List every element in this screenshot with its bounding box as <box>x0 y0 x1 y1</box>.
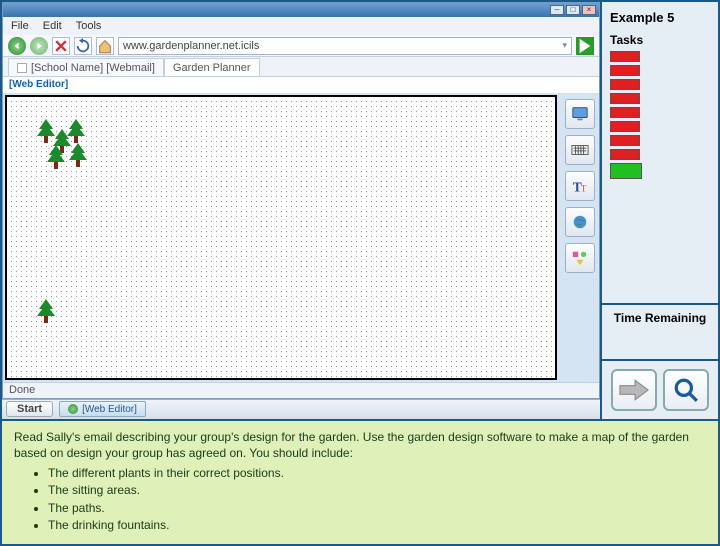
tasks-heading: Tasks <box>602 29 718 49</box>
status-text: Done <box>9 384 35 396</box>
task-indicator-done <box>610 65 640 76</box>
menu-file[interactable]: File <box>11 20 29 32</box>
time-remaining-label: Time Remaining <box>608 311 712 325</box>
instruction-item: The sitting areas. <box>48 482 706 498</box>
tool-globe[interactable] <box>565 207 595 237</box>
nav-toolbar: www.gardenplanner.net.icils ▾ <box>3 35 599 57</box>
go-button[interactable] <box>576 37 594 55</box>
time-remaining-section: Time Remaining <box>602 303 718 359</box>
menu-edit[interactable]: Edit <box>43 20 62 32</box>
task-indicator-current <box>610 163 642 179</box>
app-root: – □ × File Edit Tools <box>0 0 720 546</box>
example-title: Example 5 <box>602 2 718 29</box>
status-bar: Done <box>3 382 599 398</box>
tool-keyboard[interactable] <box>565 135 595 165</box>
tree-sprite[interactable] <box>47 141 65 169</box>
instruction-item: The drinking fountains. <box>48 517 706 533</box>
tree-sprite[interactable] <box>69 139 87 167</box>
editor-title: [Web Editor] <box>3 77 599 93</box>
home-button[interactable] <box>96 37 114 55</box>
back-button[interactable] <box>8 37 26 55</box>
menu-bar: File Edit Tools <box>3 17 599 35</box>
tool-palette: TT <box>563 95 597 380</box>
tab-webmail[interactable]: [School Name] [Webmail] <box>8 58 164 76</box>
instructions-panel: Read Sally's email describing your group… <box>2 419 718 544</box>
close-button[interactable]: × <box>582 5 596 15</box>
stop-button[interactable] <box>52 37 70 55</box>
forward-button[interactable] <box>30 37 48 55</box>
taskbar-app-label: [Web Editor] <box>82 404 137 415</box>
task-indicator-done <box>610 93 640 104</box>
start-button[interactable]: Start <box>6 401 53 417</box>
editor-area: TT <box>3 93 599 382</box>
assessment-sidebar: Example 5 Tasks Time Remaining <box>602 2 718 419</box>
tool-text[interactable]: TT <box>565 171 595 201</box>
tool-shapes[interactable] <box>565 243 595 273</box>
minimize-button[interactable]: – <box>550 5 564 15</box>
tree-sprite[interactable] <box>37 295 55 323</box>
left-pane: – □ × File Edit Tools <box>2 2 602 419</box>
maximize-button[interactable]: □ <box>566 5 580 15</box>
top-area: – □ × File Edit Tools <box>2 2 718 419</box>
reload-button[interactable] <box>74 37 92 55</box>
tab-garden-planner[interactable]: Garden Planner <box>164 58 260 76</box>
instruction-item: The different plants in their correct po… <box>48 465 706 481</box>
app-icon <box>68 404 78 414</box>
tool-screen[interactable] <box>565 99 595 129</box>
task-indicator-done <box>610 149 640 160</box>
page-icon <box>17 63 27 73</box>
dropdown-icon[interactable]: ▾ <box>562 40 567 51</box>
taskbar-app-webeditor[interactable]: [Web Editor] <box>59 401 146 417</box>
svg-text:T: T <box>581 183 587 193</box>
address-text: www.gardenplanner.net.icils <box>123 40 259 52</box>
task-indicator-done <box>610 121 640 132</box>
menu-tools[interactable]: Tools <box>76 20 102 32</box>
address-bar[interactable]: www.gardenplanner.net.icils ▾ <box>118 37 572 55</box>
tab-bar: [School Name] [Webmail] Garden Planner <box>3 57 599 77</box>
next-button[interactable] <box>611 369 657 411</box>
task-indicator-done <box>610 135 640 146</box>
zoom-button[interactable] <box>663 369 709 411</box>
task-progress-list <box>602 49 718 181</box>
task-indicator-done <box>610 79 640 90</box>
instructions-intro: Read Sally's email describing your group… <box>14 429 706 461</box>
os-taskbar: Start [Web Editor] <box>2 399 600 419</box>
task-indicator-done <box>610 107 640 118</box>
instructions-list: The different plants in their correct po… <box>48 465 706 533</box>
nav-buttons <box>602 359 718 419</box>
tab-label: [School Name] [Webmail] <box>31 62 155 74</box>
tab-label: Garden Planner <box>173 62 251 74</box>
browser-window: – □ × File Edit Tools <box>2 2 600 399</box>
design-canvas[interactable] <box>5 95 557 380</box>
instruction-item: The paths. <box>48 500 706 516</box>
window-titlebar: – □ × <box>3 3 599 17</box>
task-indicator-done <box>610 51 640 62</box>
